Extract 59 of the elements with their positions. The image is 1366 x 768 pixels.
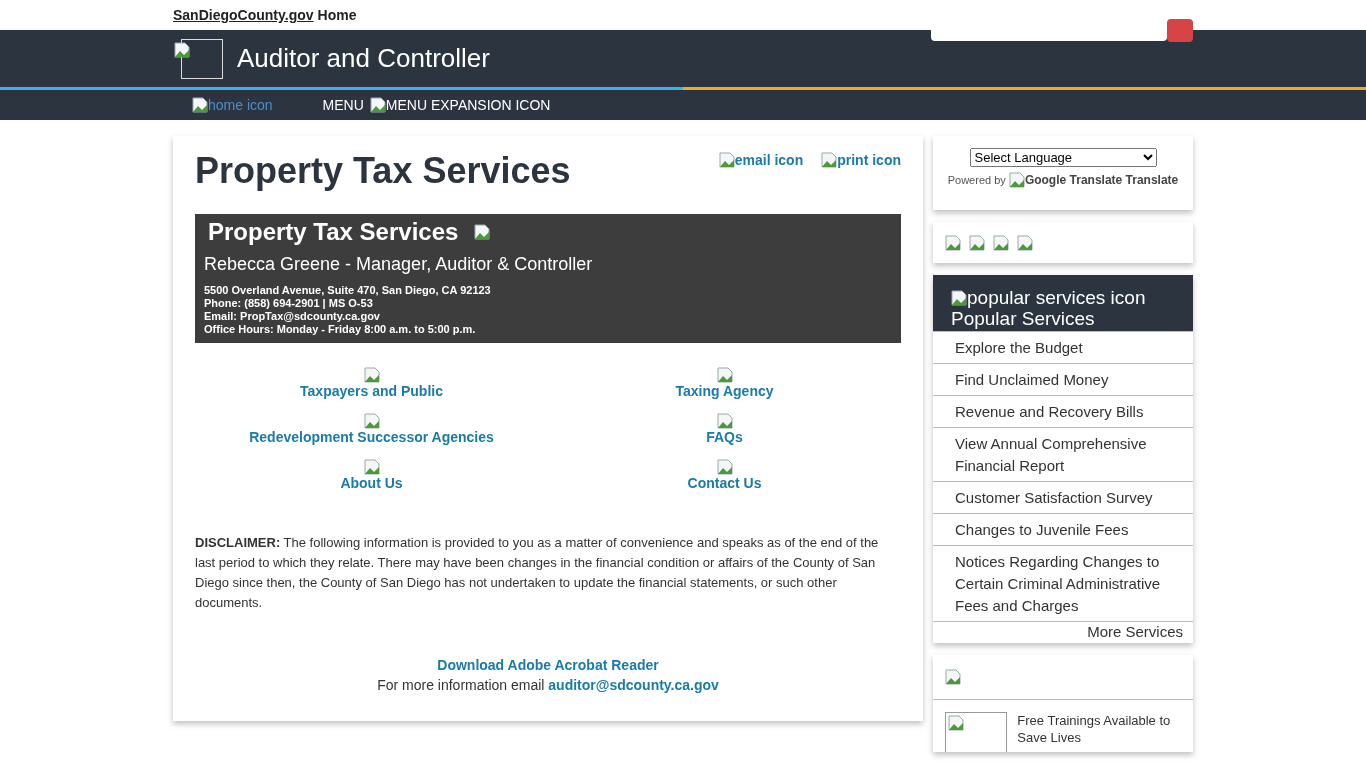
broken-image-icon [821,152,838,168]
contact-line: 5500 Overland Avenue, Suite 470, San Diego, CA 92123 [204,284,492,297]
powered-by-text: Powered by [947,174,1007,186]
email-link[interactable]: email icon [718,152,804,168]
broken-image-icon [192,97,208,113]
broken-image-icon [363,459,380,475]
more-services-link[interactable]: More Services [933,621,1193,643]
section-link[interactable]: About Us [340,475,403,491]
social-icon [993,235,1009,251]
email-link[interactable]: auditor@sdcounty.ca.gov [548,677,719,693]
contact-line: Email: PropTax@sdcounty.ca.gov [204,310,381,323]
popular-services-title: Popular Services [951,308,1096,329]
broken-image-icon [174,41,190,58]
section-link[interactable]: Contact Us [687,475,762,491]
broken-image-icon [363,367,380,383]
translate-link[interactable]: Google Translate Translate [1008,172,1179,188]
service-link[interactable]: Notices Regarding Changes to Certain Criminal Administrative Fees and Charges [933,545,1193,621]
contact-line: Phone: (858) 694-2901 | MS O-53 [204,297,374,310]
page-title: Property Tax Services [195,150,571,192]
site-link[interactable]: SanDiegoCounty.gov [173,7,314,23]
service-link[interactable]: Changes to Juvenile Fees [933,513,1193,545]
broken-image-icon [363,413,380,429]
news-link[interactable]: Free Trainings Available to Save Lives [1017,712,1185,752]
acrobat-link[interactable]: Download Adobe Acrobat Reader [437,657,659,673]
broken-image-icon [945,669,961,685]
broken-image-icon [474,224,491,240]
disclaimer-text: DISCLAIMER: The following information is provided to you as a matter of convenience and speaks as of the end of the last period to which they relate. There may have been changes in the financial condition or affairs of the County of San Diego since then, the County of San Diego has not undertaken to update the financial statements, or such other documents. [195,534,880,612]
social-icon [1017,235,1033,251]
broken-image-icon [716,367,733,383]
home-link[interactable]: home icon [192,97,273,113]
broken-image-icon [718,152,735,168]
section-link[interactable]: FAQs [706,429,743,445]
broken-image-icon [1008,172,1025,188]
broken-image-icon [716,413,733,429]
menu-button[interactable]: MENU MENU EXPANSION ICON [322,97,551,113]
broken-image-icon [948,715,964,731]
site-title: Auditor and Controller [237,43,490,74]
service-link[interactable]: Find Unclaimed Money [933,363,1193,395]
broken-image-icon [369,97,386,113]
broken-image-icon [951,289,967,306]
print-link[interactable]: print icon [821,152,901,168]
social-icon [969,235,985,251]
section-link[interactable]: Redevelopment Successor Agencies [249,429,494,445]
language-select[interactable]: Select Language [969,148,1157,167]
contact-line: Office Hours: Monday - Friday 8:00 a.m. to 5:00 p.m. [204,323,477,336]
section-link[interactable]: Taxing Agency [675,383,774,399]
service-link[interactable]: Revenue and Recovery Bills [933,395,1193,427]
more-info-text: For more information email [377,677,545,693]
banner-title: Property Tax Services [208,218,459,246]
social-icon [945,235,961,251]
popular-services-icon-alt: popular services icon [951,287,1175,308]
banner-subtitle: Rebecca Greene - Manager, Auditor & Controller [204,254,594,275]
section-link[interactable]: Taxpayers and Public [300,383,443,399]
service-link[interactable]: Explore the Budget [933,331,1193,363]
broken-image-icon [716,459,733,475]
search-button[interactable] [1167,19,1193,42]
service-link[interactable]: View Annual Comprehensive Financial Report [933,427,1193,481]
service-link[interactable]: Customer Satisfaction Survey [933,481,1193,513]
home-link[interactable]: Home [317,7,357,23]
